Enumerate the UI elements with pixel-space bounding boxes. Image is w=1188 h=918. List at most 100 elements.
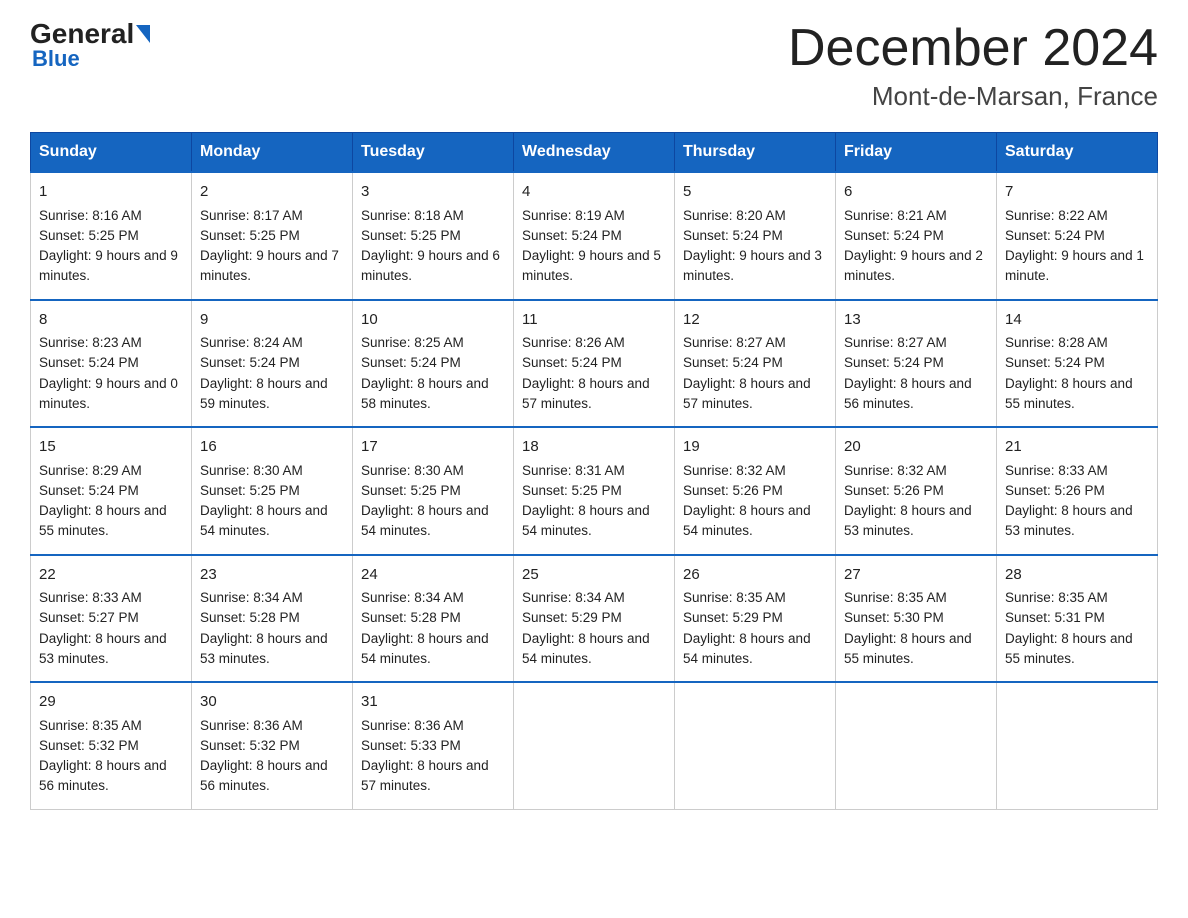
list-item: 14 Sunrise: 8:28 AMSunset: 5:24 PMDayligh… (997, 300, 1158, 428)
list-item: 23Sunrise: 8:34 AMSunset: 5:28 PMDayligh… (192, 555, 353, 683)
day-number: 11 (522, 309, 666, 332)
list-item (675, 682, 836, 809)
page-title: December 2024 (788, 20, 1158, 77)
list-item: 27Sunrise: 8:35 AMSunset: 5:30 PMDayligh… (836, 555, 997, 683)
list-item: 7 Sunrise: 8:22 AMSunset: 5:24 PMDaylight… (997, 172, 1158, 300)
header-row: Sunday Monday Tuesday Wednesday Thursday… (31, 133, 1158, 173)
day-number: 22 (39, 564, 183, 587)
list-item: 3Sunrise: 8:18 AMSunset: 5:25 PMDaylight… (353, 172, 514, 300)
day-info: Sunrise: 8:28 AMSunset: 5:24 PMDaylight:… (1005, 335, 1133, 411)
list-item: 11Sunrise: 8:26 AMSunset: 5:24 PMDayligh… (514, 300, 675, 428)
day-info: Sunrise: 8:36 AMSunset: 5:32 PMDaylight:… (200, 718, 328, 794)
table-row: 22Sunrise: 8:33 AMSunset: 5:27 PMDayligh… (31, 555, 1158, 683)
table-row: 15Sunrise: 8:29 AMSunset: 5:24 PMDayligh… (31, 427, 1158, 555)
day-number: 20 (844, 436, 988, 459)
day-info: Sunrise: 8:16 AMSunset: 5:25 PMDaylight:… (39, 208, 178, 284)
day-info: Sunrise: 8:17 AMSunset: 5:25 PMDaylight:… (200, 208, 339, 284)
logo-general: General (30, 20, 134, 48)
col-thursday: Thursday (675, 133, 836, 173)
day-number: 16 (200, 436, 344, 459)
list-item: 5 Sunrise: 8:20 AMSunset: 5:24 PMDaylight… (675, 172, 836, 300)
logo-arrow-icon (136, 25, 150, 43)
list-item: 16 Sunrise: 8:30 AMSunset: 5:25 PMDayligh… (192, 427, 353, 555)
day-number: 23 (200, 564, 344, 587)
logo: General Blue (30, 20, 150, 72)
day-info: Sunrise: 8:35 AMSunset: 5:32 PMDaylight:… (39, 718, 167, 794)
list-item: 1Sunrise: 8:16 AMSunset: 5:25 PMDaylight… (31, 172, 192, 300)
day-info: Sunrise: 8:32 AMSunset: 5:26 PMDaylight:… (683, 463, 811, 539)
day-number: 15 (39, 436, 183, 459)
table-row: 8 Sunrise: 8:23 AMSunset: 5:24 PMDaylight… (31, 300, 1158, 428)
day-number: 13 (844, 309, 988, 332)
day-number: 24 (361, 564, 505, 587)
list-item: 28Sunrise: 8:35 AMSunset: 5:31 PMDayligh… (997, 555, 1158, 683)
list-item: 13 Sunrise: 8:27 AMSunset: 5:24 PMDayligh… (836, 300, 997, 428)
page-subtitle: Mont-de-Marsan, France (788, 81, 1158, 112)
list-item: 26 Sunrise: 8:35 AMSunset: 5:29 PMDayligh… (675, 555, 836, 683)
col-saturday: Saturday (997, 133, 1158, 173)
day-info: Sunrise: 8:20 AMSunset: 5:24 PMDaylight:… (683, 208, 822, 284)
day-info: Sunrise: 8:21 AMSunset: 5:24 PMDaylight:… (844, 208, 983, 284)
list-item: 12 Sunrise: 8:27 AMSunset: 5:24 PMDayligh… (675, 300, 836, 428)
day-info: Sunrise: 8:25 AMSunset: 5:24 PMDaylight:… (361, 335, 489, 411)
list-item: 17 Sunrise: 8:30 AMSunset: 5:25 PMDayligh… (353, 427, 514, 555)
day-info: Sunrise: 8:35 AMSunset: 5:30 PMDaylight:… (844, 590, 972, 666)
list-item: 2 Sunrise: 8:17 AMSunset: 5:25 PMDaylight… (192, 172, 353, 300)
day-number: 26 (683, 564, 827, 587)
list-item (836, 682, 997, 809)
day-info: Sunrise: 8:34 AMSunset: 5:29 PMDaylight:… (522, 590, 650, 666)
day-number: 8 (39, 309, 183, 332)
list-item (997, 682, 1158, 809)
list-item: 9 Sunrise: 8:24 AMSunset: 5:24 PMDaylight… (192, 300, 353, 428)
list-item: 25 Sunrise: 8:34 AMSunset: 5:29 PMDayligh… (514, 555, 675, 683)
day-info: Sunrise: 8:27 AMSunset: 5:24 PMDaylight:… (683, 335, 811, 411)
day-info: Sunrise: 8:35 AMSunset: 5:29 PMDaylight:… (683, 590, 811, 666)
list-item: 29 Sunrise: 8:35 AMSunset: 5:32 PMDayligh… (31, 682, 192, 809)
day-info: Sunrise: 8:32 AMSunset: 5:26 PMDaylight:… (844, 463, 972, 539)
col-monday: Monday (192, 133, 353, 173)
day-info: Sunrise: 8:27 AMSunset: 5:24 PMDaylight:… (844, 335, 972, 411)
day-number: 6 (844, 181, 988, 204)
day-number: 18 (522, 436, 666, 459)
day-info: Sunrise: 8:34 AMSunset: 5:28 PMDaylight:… (361, 590, 489, 666)
day-number: 17 (361, 436, 505, 459)
day-number: 25 (522, 564, 666, 587)
day-number: 10 (361, 309, 505, 332)
day-number: 14 (1005, 309, 1149, 332)
list-item: 20 Sunrise: 8:32 AMSunset: 5:26 PMDayligh… (836, 427, 997, 555)
list-item: 30Sunrise: 8:36 AMSunset: 5:32 PMDayligh… (192, 682, 353, 809)
day-number: 2 (200, 181, 344, 204)
list-item: 4Sunrise: 8:19 AMSunset: 5:24 PMDaylight… (514, 172, 675, 300)
day-info: Sunrise: 8:30 AMSunset: 5:25 PMDaylight:… (361, 463, 489, 539)
list-item: 24 Sunrise: 8:34 AMSunset: 5:28 PMDayligh… (353, 555, 514, 683)
day-number: 19 (683, 436, 827, 459)
day-number: 21 (1005, 436, 1149, 459)
col-wednesday: Wednesday (514, 133, 675, 173)
list-item: 15Sunrise: 8:29 AMSunset: 5:24 PMDayligh… (31, 427, 192, 555)
list-item: 21Sunrise: 8:33 AMSunset: 5:26 PMDayligh… (997, 427, 1158, 555)
day-number: 7 (1005, 181, 1149, 204)
list-item (514, 682, 675, 809)
day-info: Sunrise: 8:30 AMSunset: 5:25 PMDaylight:… (200, 463, 328, 539)
day-info: Sunrise: 8:22 AMSunset: 5:24 PMDaylight:… (1005, 208, 1144, 284)
list-item: 19 Sunrise: 8:32 AMSunset: 5:26 PMDayligh… (675, 427, 836, 555)
list-item: 8 Sunrise: 8:23 AMSunset: 5:24 PMDaylight… (31, 300, 192, 428)
list-item: 22Sunrise: 8:33 AMSunset: 5:27 PMDayligh… (31, 555, 192, 683)
title-block: December 2024 Mont-de-Marsan, France (788, 20, 1158, 112)
day-info: Sunrise: 8:23 AMSunset: 5:24 PMDaylight:… (39, 335, 178, 411)
col-tuesday: Tuesday (353, 133, 514, 173)
list-item: 31Sunrise: 8:36 AMSunset: 5:33 PMDayligh… (353, 682, 514, 809)
list-item: 6 Sunrise: 8:21 AMSunset: 5:24 PMDaylight… (836, 172, 997, 300)
day-number: 12 (683, 309, 827, 332)
col-sunday: Sunday (31, 133, 192, 173)
day-info: Sunrise: 8:19 AMSunset: 5:24 PMDaylight:… (522, 208, 661, 284)
day-number: 29 (39, 691, 183, 714)
day-number: 31 (361, 691, 505, 714)
logo-blue-text: Blue (32, 46, 80, 72)
day-number: 9 (200, 309, 344, 332)
day-number: 5 (683, 181, 827, 204)
calendar-table: Sunday Monday Tuesday Wednesday Thursday… (30, 132, 1158, 810)
day-info: Sunrise: 8:31 AMSunset: 5:25 PMDaylight:… (522, 463, 650, 539)
day-info: Sunrise: 8:24 AMSunset: 5:24 PMDaylight:… (200, 335, 328, 411)
list-item: 10 Sunrise: 8:25 AMSunset: 5:24 PMDayligh… (353, 300, 514, 428)
